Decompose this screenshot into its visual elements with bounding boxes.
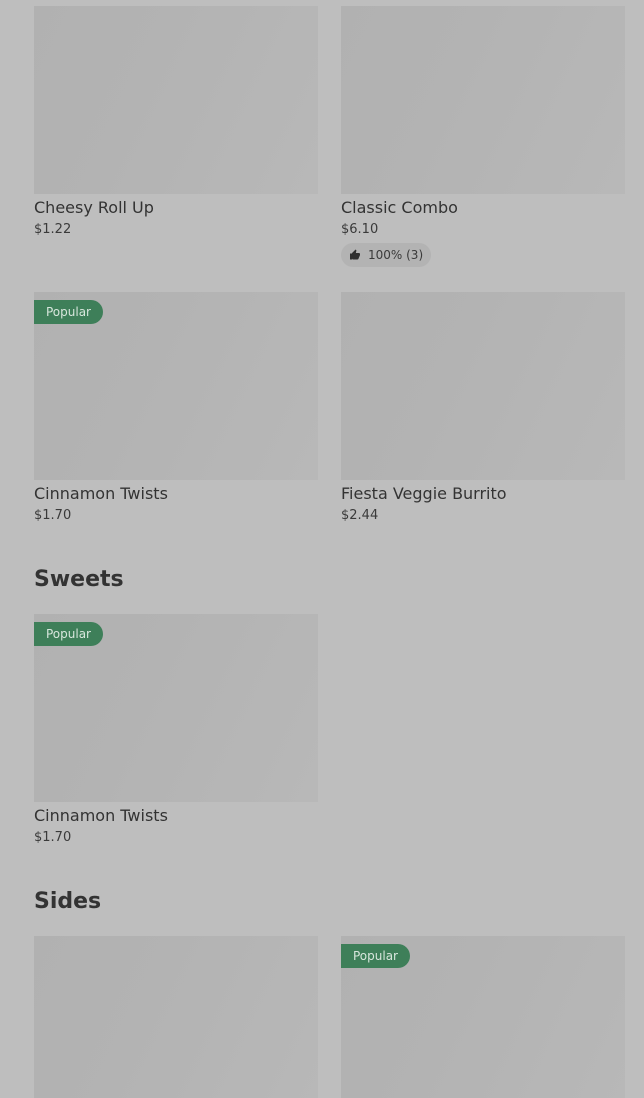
popular-badge: Popular — [341, 944, 410, 968]
section-title-sweets: Sweets — [34, 567, 124, 592]
menu-item-card[interactable]: Cheesy Roll Up $1.22 — [34, 6, 318, 237]
item-image: Popular — [34, 614, 318, 802]
item-price: $6.10 — [341, 222, 379, 237]
item-name: Fiesta Veggie Burrito — [341, 484, 507, 503]
rating-text: 100% (3) — [368, 248, 424, 262]
item-name: Cinnamon Twists — [34, 806, 168, 825]
item-image — [341, 6, 625, 194]
menu-page: Cheesy Roll Up $1.22 Classic Combo $6.10… — [0, 0, 644, 1098]
menu-item-card[interactable]: Popular Cinnamon Twists $1.70 — [34, 614, 318, 845]
item-name: Cheesy Roll Up — [34, 198, 154, 217]
popular-badge: Popular — [34, 622, 103, 646]
item-name: Cinnamon Twists — [34, 484, 168, 503]
item-image — [34, 6, 318, 194]
item-image: Popular — [341, 936, 625, 1098]
menu-item-card[interactable]: Popular Cinnamon Twists $1.70 — [34, 292, 318, 523]
menu-item-card[interactable]: Classic Combo $6.10 100% (3) — [341, 6, 625, 267]
item-price: $2.44 — [341, 508, 379, 523]
section-title-sides: Sides — [34, 889, 102, 914]
item-image — [34, 936, 318, 1098]
menu-item-card[interactable]: Fiesta Veggie Burrito $2.44 — [341, 292, 625, 523]
menu-item-card[interactable] — [34, 936, 318, 1098]
item-price: $1.70 — [34, 508, 72, 523]
rating-badge: 100% (3) — [341, 243, 432, 267]
item-image — [341, 292, 625, 480]
item-price: $1.22 — [34, 222, 72, 237]
thumbs-up-icon — [350, 249, 360, 260]
menu-item-card[interactable]: Popular — [341, 936, 625, 1098]
popular-badge: Popular — [34, 300, 103, 324]
item-price: $1.70 — [34, 830, 72, 845]
item-image: Popular — [34, 292, 318, 480]
item-name: Classic Combo — [341, 198, 458, 217]
